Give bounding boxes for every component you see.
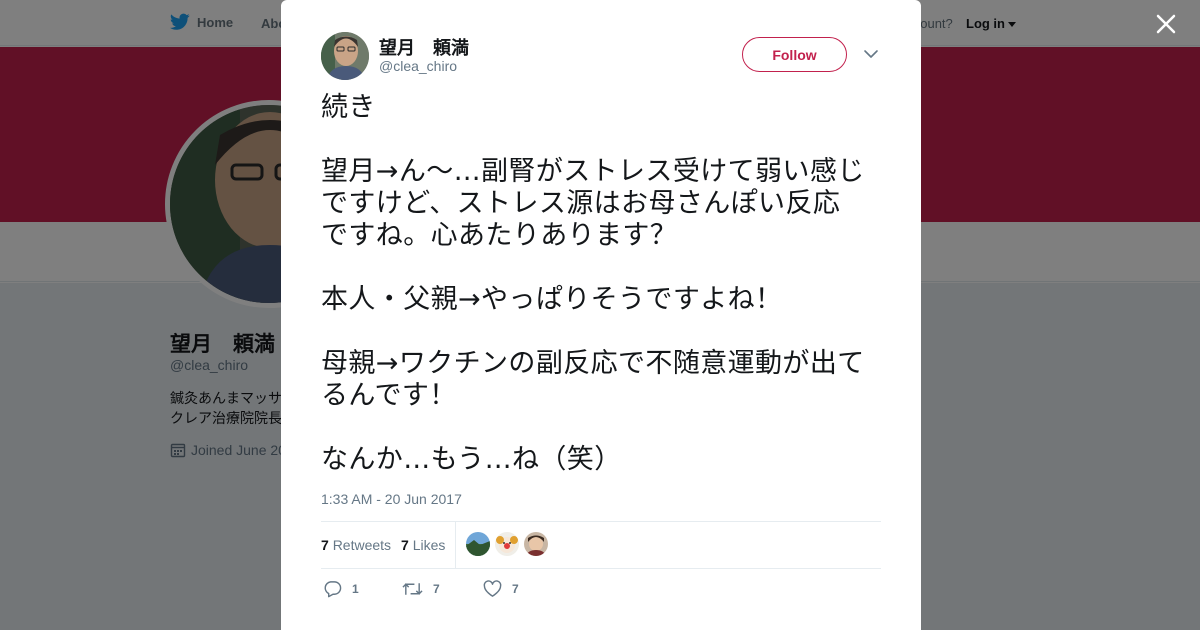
chevron-down-icon[interactable] — [863, 46, 879, 62]
liker-avatar[interactable] — [524, 532, 548, 556]
reply-count: 1 — [352, 582, 359, 596]
landscape-photo — [466, 532, 490, 556]
liker-avatar[interactable] — [466, 532, 490, 556]
like-action[interactable]: 7 — [483, 580, 519, 598]
heart-icon — [483, 580, 502, 597]
close-icon[interactable] — [1154, 12, 1178, 36]
tweet-text: 続き 望月→ん〜…副腎がストレス受けて弱い感じ ですけど、ストレス源はお母さんぽ… — [321, 92, 891, 476]
tweet-paragraph: 母親→ワクチンの副反応で不随意運動が出て るんです！ — [321, 348, 865, 411]
tweet-paragraph: なんか…もう…ね（笑） — [321, 444, 622, 475]
reply-icon — [324, 581, 342, 598]
retweet-count: 7 — [433, 582, 440, 596]
tweet-paragraph: 続き — [321, 92, 376, 123]
likes-stat[interactable]: 7 Likes — [401, 537, 445, 553]
like-count: 7 — [512, 582, 519, 596]
author-photo — [321, 32, 369, 80]
tweet-author-avatar[interactable] — [321, 32, 369, 80]
tweet-author-handle[interactable]: @clea_chiro — [379, 58, 457, 74]
tweet-stats: 7 Retweets 7 Likes — [321, 521, 881, 569]
likes-count: 7 — [401, 537, 409, 553]
liker-avatars — [466, 532, 548, 556]
likes-label: Likes — [412, 537, 446, 553]
retweets-stat[interactable]: 7 Retweets — [321, 537, 391, 553]
tweet-paragraph: 本人・父親→やっぱりそうですよね！ — [321, 284, 783, 315]
follow-button[interactable]: Follow — [742, 37, 847, 72]
tweet-author-name[interactable]: 望月 頼満 — [379, 34, 469, 60]
retweet-action[interactable]: 7 — [402, 580, 440, 598]
tweet-timestamp[interactable]: 1:33 AM - 20 Jun 2017 — [321, 491, 462, 507]
reply-action[interactable]: 1 — [323, 580, 359, 598]
clown-photo — [495, 532, 519, 556]
stats-divider — [455, 522, 456, 569]
person-photo — [524, 532, 548, 556]
retweets-label: Retweets — [332, 537, 392, 553]
liker-avatar[interactable] — [495, 532, 519, 556]
tweet-permalink-modal: 望月 頼満 @clea_chiro Follow 続き 望月→ん〜…副腎がストレ… — [281, 0, 921, 630]
retweets-count: 7 — [321, 537, 329, 553]
tweet-paragraph: 望月→ん〜…副腎がストレス受けて弱い感じ ですけど、ストレス源はお母さんぽい反応… — [321, 156, 865, 251]
retweet-icon — [402, 583, 423, 595]
